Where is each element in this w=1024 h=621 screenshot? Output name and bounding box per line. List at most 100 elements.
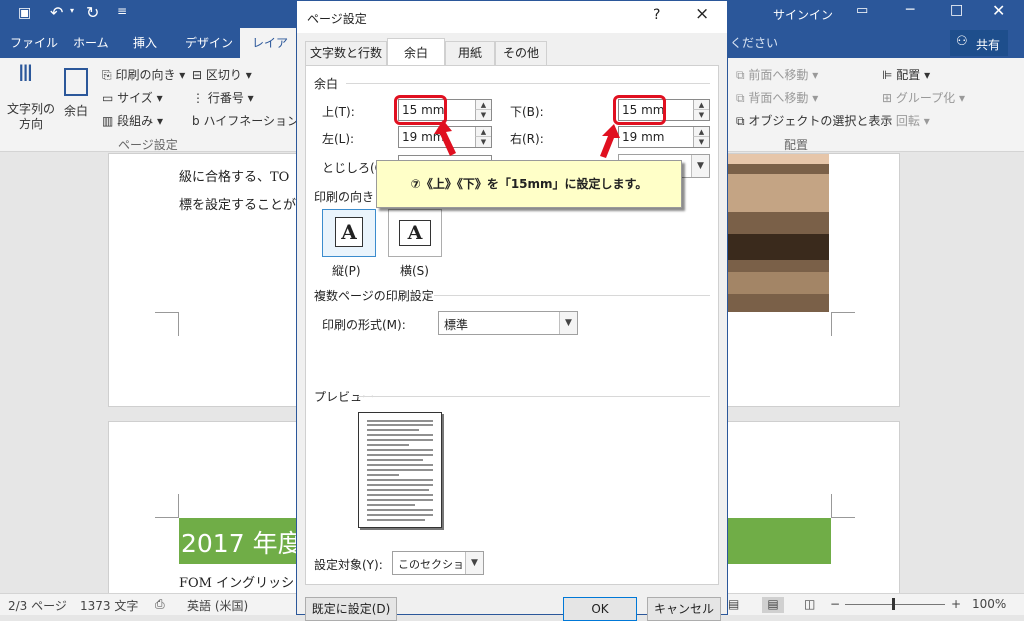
tab-chars-lines[interactable]: 文字数と行数: [305, 41, 387, 65]
arrow-to-top-margin: [434, 120, 456, 156]
tab-home[interactable]: ホーム: [73, 28, 109, 58]
read-mode-icon[interactable]: ▤: [728, 597, 739, 611]
instruction-callout: ⑦《上》《下》を「15mm」に設定します。: [376, 160, 682, 208]
bring-forward-label: 前面へ移動: [748, 68, 809, 82]
doc-text-line: 級に合格する、TO: [179, 170, 290, 185]
preview-thumbnail: [358, 412, 442, 528]
spin-down-icon[interactable]: ▼: [693, 110, 709, 120]
set-as-default-button[interactable]: 既定に設定(D): [305, 597, 397, 621]
section-divider: [358, 396, 710, 397]
arrow-to-bottom-margin: [600, 124, 620, 158]
proofing-icon[interactable]: ⎙: [155, 597, 165, 612]
hyphenation-button[interactable]: b ハイフネーション: [192, 112, 299, 129]
margins-icon: [64, 68, 88, 96]
spin-down-icon[interactable]: ▼: [475, 110, 491, 120]
document-image[interactable]: [721, 154, 829, 312]
section-divider: [346, 83, 710, 84]
share-button[interactable]: ⚇ 共有: [950, 30, 1008, 56]
margins-label: 余白: [64, 104, 89, 118]
zoom-slider-thumb[interactable]: [892, 598, 895, 610]
save-icon[interactable]: ▣: [18, 5, 31, 21]
spin-down-icon[interactable]: ▼: [693, 137, 709, 147]
redo-icon[interactable]: ↻: [86, 3, 99, 22]
selection-pane-button[interactable]: ⧉ オブジェクトの選択と表示: [736, 112, 892, 129]
signin-link[interactable]: サインイン: [773, 6, 833, 23]
group-button[interactable]: ⊞ グループ化 ▾: [882, 89, 965, 106]
tab-paper[interactable]: 用紙: [445, 41, 495, 65]
doc-text-line: FOM イングリッシ: [179, 576, 295, 591]
line-numbers-icon: ⋮: [192, 91, 204, 105]
columns-icon: ▥: [102, 114, 114, 128]
preview-lines: [367, 420, 433, 521]
ribbon-display-icon[interactable]: ▭: [856, 3, 868, 18]
undo-dropdown-icon[interactable]: ▾: [70, 6, 74, 15]
right-margin-spinner[interactable]: 19 mm ▲ ▼: [618, 126, 710, 148]
selection-pane-icon: ⧉: [736, 114, 745, 128]
left-margin-label: 左(L):: [322, 132, 355, 146]
doc-text-line: 標を設定することが: [179, 198, 297, 213]
align-button[interactable]: ⊫ 配置 ▾: [882, 66, 930, 83]
size-button[interactable]: ▭ サイズ ▾: [102, 89, 163, 106]
undo-icon[interactable]: ↶: [50, 3, 63, 22]
rotate-button[interactable]: ⟳ 回転 ▾: [882, 112, 930, 129]
print-layout-icon[interactable]: ▤: [762, 597, 784, 613]
landscape-option[interactable]: A: [388, 209, 442, 257]
dialog-close-icon[interactable]: ×: [695, 4, 709, 24]
margins-button[interactable]: 余白: [60, 62, 92, 132]
spin-up-icon[interactable]: ▲: [475, 127, 491, 137]
person-icon: ⚇: [956, 34, 968, 49]
word-count[interactable]: 1373 文字: [80, 597, 138, 614]
zoom-slider[interactable]: [845, 598, 945, 610]
columns-button[interactable]: ▥ 段組み ▾: [102, 112, 163, 129]
spin-up-icon[interactable]: ▲: [693, 127, 709, 137]
tab-file[interactable]: ファイル: [10, 28, 58, 58]
landscape-label[interactable]: 横(S): [400, 262, 429, 279]
ok-button[interactable]: OK: [563, 597, 637, 621]
print-format-select[interactable]: 標準 ▼: [438, 311, 578, 335]
send-backward-button[interactable]: ⧉ 背面へ移動 ▾: [736, 89, 818, 106]
web-layout-icon[interactable]: ◫: [804, 597, 815, 611]
spin-down-icon[interactable]: ▼: [475, 137, 491, 147]
top-margin-label: 上(T):: [322, 105, 355, 119]
orientation-section-title: 印刷の向き: [314, 190, 375, 204]
line-numbers-button[interactable]: ⋮ 行番号 ▾: [192, 89, 254, 106]
spin-up-icon[interactable]: ▲: [693, 100, 709, 110]
cancel-button[interactable]: キャンセル: [647, 597, 721, 621]
section-divider: [434, 295, 710, 296]
spin-up-icon[interactable]: ▲: [475, 100, 491, 110]
tab-other[interactable]: その他: [495, 41, 547, 65]
tab-insert[interactable]: 挿入: [133, 28, 157, 58]
maximize-icon[interactable]: □: [950, 2, 963, 18]
tell-me-search[interactable]: ください: [730, 28, 778, 58]
print-format-value: 標準: [444, 318, 469, 332]
portrait-label[interactable]: 縦(P): [332, 262, 361, 279]
portrait-option[interactable]: A: [322, 209, 376, 257]
help-icon[interactable]: ?: [653, 7, 660, 23]
zoom-level[interactable]: 100%: [972, 597, 1006, 611]
orientation-button[interactable]: ⎘ 印刷の向き ▾: [102, 66, 185, 83]
breaks-button[interactable]: ⊟ 区切り ▾: [192, 66, 252, 83]
page-count[interactable]: 2/3 ページ: [8, 597, 67, 614]
text-direction-button[interactable]: Ⅲ 文字列の方向: [4, 62, 56, 132]
customize-toolbar-icon[interactable]: ≡: [117, 4, 127, 18]
portrait-page-icon: A: [335, 217, 363, 247]
chevron-down-icon[interactable]: ▼: [465, 552, 483, 574]
minimize-icon[interactable]: ─: [906, 2, 914, 18]
tab-design[interactable]: デザイン: [185, 28, 233, 58]
zoom-out-icon[interactable]: −: [830, 597, 840, 611]
orientation-label: 印刷の向き: [115, 68, 176, 82]
chevron-down-icon[interactable]: ▼: [559, 312, 577, 334]
language-indicator[interactable]: 英語 (米国): [187, 597, 248, 614]
margin-marker: [831, 312, 855, 336]
bring-forward-button[interactable]: ⧉ 前面へ移動 ▾: [736, 66, 818, 83]
tab-margins[interactable]: 余白: [387, 38, 445, 66]
arrange-group-label: 配置: [784, 138, 809, 152]
print-format-label: 印刷の形式(M):: [322, 318, 406, 332]
tab-layout[interactable]: レイアウト: [240, 28, 298, 80]
chevron-down-icon[interactable]: ▼: [691, 155, 709, 177]
zoom-in-icon[interactable]: +: [951, 597, 961, 611]
doc-heading: 2017 年度: [181, 529, 303, 558]
window-close-icon[interactable]: ✕: [992, 1, 1005, 20]
apply-to-select[interactable]: このセクション ▼: [392, 551, 484, 575]
group-label: グループ化: [895, 91, 956, 105]
